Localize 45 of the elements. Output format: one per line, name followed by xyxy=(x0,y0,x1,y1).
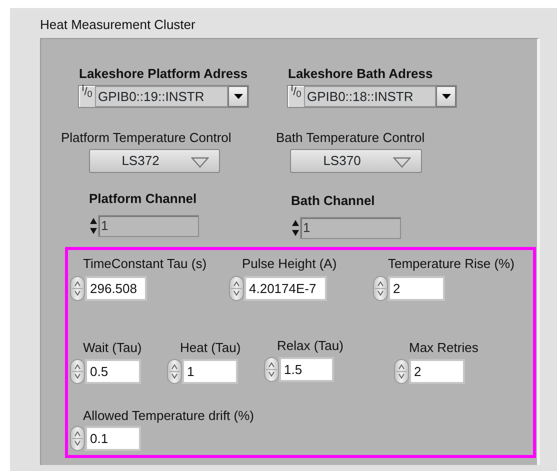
numeric-field[interactable]: 0.1 xyxy=(85,426,141,451)
increment-arrows[interactable] xyxy=(70,426,85,451)
increment-arrows[interactable] xyxy=(264,357,279,382)
increment-arrows[interactable] xyxy=(373,276,388,301)
control-label: Platform Temperature Control xyxy=(61,130,232,146)
increment-arrows[interactable] xyxy=(394,359,409,384)
io-prefix: $^{I}$/$_{0}$ xyxy=(290,86,302,102)
ring-selector[interactable]: LS372 xyxy=(89,149,220,173)
control-label: Bath Temperature Control xyxy=(276,130,425,146)
control-label: Relax (Tau) xyxy=(277,338,344,354)
caret-icon xyxy=(393,157,411,168)
numeric-field[interactable]: 2 xyxy=(409,359,465,384)
caret-icon xyxy=(191,157,209,168)
caret-icon xyxy=(442,94,450,99)
numeric-field[interactable]: 2 xyxy=(388,276,445,301)
visa-resource-field[interactable]: $^{I}$/$_{0}$ GPIB0::18::INSTR xyxy=(287,85,457,108)
field-value: GPIB0::18::INSTR xyxy=(304,86,436,107)
visa-resource-field[interactable]: $^{I}$/$_{0}$ GPIB0::19::INSTR xyxy=(78,85,249,108)
increment-arrows[interactable] xyxy=(70,359,85,384)
increment-arrows[interactable] xyxy=(229,276,244,301)
numeric-field[interactable]: 1.5 xyxy=(279,357,334,382)
dropdown-button[interactable] xyxy=(228,86,248,107)
io-prefix: $^{I}$/$_{0}$ xyxy=(80,86,94,102)
control-label: Wait (Tau) xyxy=(83,340,142,356)
increment-arrows[interactable] xyxy=(167,359,182,384)
control-label: Lakeshore Bath Adress xyxy=(288,66,433,82)
ring-selector[interactable]: LS370 xyxy=(290,149,422,173)
control-label: Bath Channel xyxy=(291,193,375,209)
dropdown-button[interactable] xyxy=(436,86,456,107)
numeric-field[interactable]: 0.5 xyxy=(85,359,141,384)
field-value: GPIB0::19::INSTR xyxy=(95,86,228,107)
cluster-title: Heat Measurement Cluster xyxy=(40,17,196,33)
control-label: Platform Channel xyxy=(89,191,197,207)
numeric-field[interactable]: 296.508 xyxy=(85,276,147,301)
numeric-field[interactable]: 4.20174E-7 xyxy=(244,276,327,301)
control-label: Lakeshore Platform Adress xyxy=(79,66,248,82)
numeric-field[interactable]: 1 xyxy=(182,359,238,384)
control-label: Pulse Height (A) xyxy=(242,256,337,272)
control-label: Temperature Rise (%) xyxy=(388,256,514,272)
control-label: TimeConstant Tau (s) xyxy=(83,256,207,272)
increment-arrows[interactable] xyxy=(70,276,85,301)
caret-icon xyxy=(234,94,242,99)
control-label: Allowed Temperature drift (%) xyxy=(83,408,254,424)
control-label: Heat (Tau) xyxy=(180,340,241,356)
control-label: Max Retries xyxy=(409,340,478,356)
